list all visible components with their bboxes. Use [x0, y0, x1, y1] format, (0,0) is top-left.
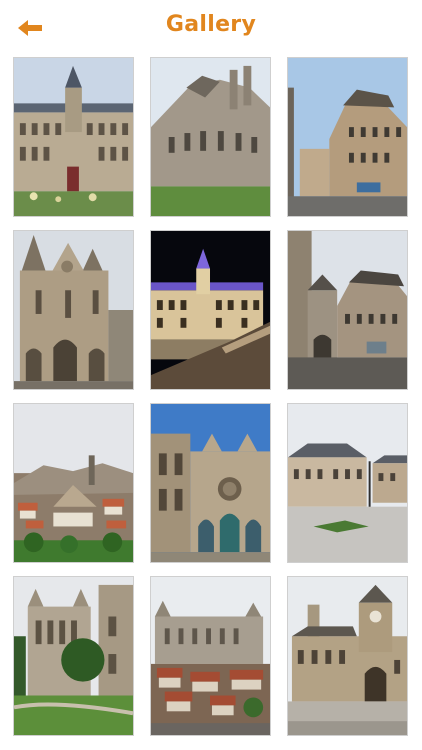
gallery-photo-town-hall[interactable]	[13, 57, 134, 217]
gallery-photo-town-hall-night[interactable]	[150, 230, 271, 390]
gallery-photo-old-town-square[interactable]	[287, 230, 408, 390]
gallery-photo-timbered-houses-square[interactable]	[287, 57, 408, 217]
gallery-photo-church-apse[interactable]	[150, 57, 271, 217]
gallery-photo-gothic-cathedral-facade[interactable]	[150, 403, 271, 563]
gallery-photo-chateau-clock-tower[interactable]	[287, 576, 408, 736]
gallery-photo-classical-building-plaza[interactable]	[287, 403, 408, 563]
gallery-photo-cathedral-over-town[interactable]	[150, 576, 271, 736]
gallery-photo-romanesque-church-facade[interactable]	[13, 230, 134, 390]
page-title: Gallery	[165, 12, 257, 37]
header-bar: Gallery	[0, 0, 422, 52]
gallery-photo-city-rooftops-view[interactable]	[13, 403, 134, 563]
gallery-photo-ruined-abbey[interactable]	[13, 576, 134, 736]
